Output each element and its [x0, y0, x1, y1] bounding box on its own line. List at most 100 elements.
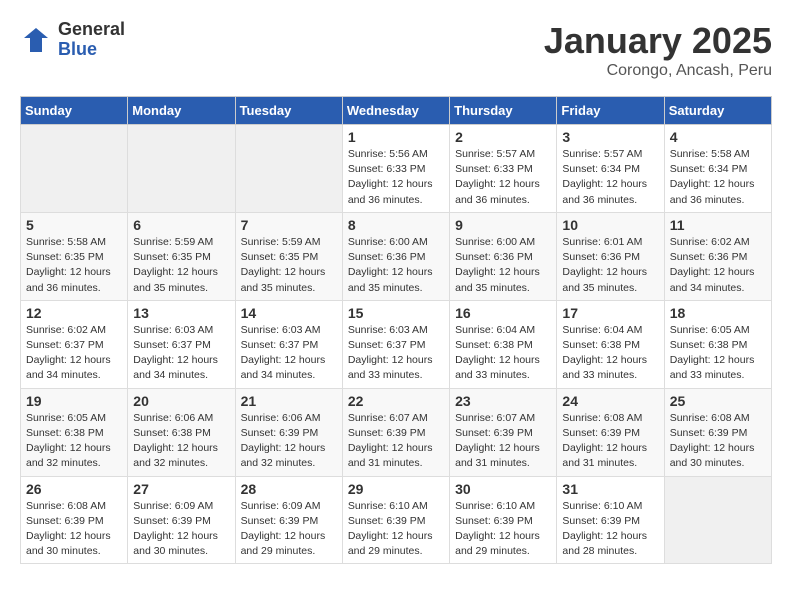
calendar-cell [664, 476, 771, 564]
day-number: 6 [133, 217, 229, 233]
calendar-cell: 20 Sunrise: 6:06 AM Sunset: 6:38 PM Dayli… [128, 388, 235, 476]
logo-general-text: General [58, 20, 125, 40]
calendar-cell [128, 125, 235, 213]
day-number: 7 [241, 217, 337, 233]
calendar-cell: 26Sunrise: 6:08 AM Sunset: 6:39 PM Dayli… [21, 476, 128, 564]
day-number: 12 [26, 305, 122, 321]
day-number: 25 [670, 393, 766, 409]
day-number: 29 [348, 481, 444, 497]
calendar-cell: 9 Sunrise: 6:00 AM Sunset: 6:36 PM Daylig… [450, 212, 557, 300]
calendar-cell: 8Sunrise: 6:00 AM Sunset: 6:36 PM Daylig… [342, 212, 449, 300]
day-header-tuesday: Tuesday [235, 97, 342, 125]
calendar-cell: 10 Sunrise: 6:01 AM Sunset: 6:36 PM Dayli… [557, 212, 664, 300]
calendar-cell [21, 125, 128, 213]
week-row-4: 19Sunrise: 6:05 AM Sunset: 6:38 PM Dayli… [21, 388, 772, 476]
days-header-row: SundayMondayTuesdayWednesdayThursdayFrid… [21, 97, 772, 125]
calendar-cell: 11 Sunrise: 6:02 AM Sunset: 6:36 PM Dayli… [664, 212, 771, 300]
day-info: Sunrise: 6:02 AM Sunset: 6:37 PM Dayligh… [26, 323, 122, 384]
day-number: 2 [455, 129, 551, 145]
week-row-3: 12 Sunrise: 6:02 AM Sunset: 6:37 PM Dayli… [21, 300, 772, 388]
day-number: 30 [455, 481, 551, 497]
day-info: Sunrise: 6:00 AM Sunset: 6:36 PM Dayligh… [455, 235, 551, 296]
day-info: Sunrise: 6:03 AM Sunset: 6:37 PM Dayligh… [241, 323, 337, 384]
day-info: Sunrise: 5:57 AM Sunset: 6:33 PM Dayligh… [455, 147, 551, 208]
day-number: 27 [133, 481, 229, 497]
calendar-cell: 30 Sunrise: 6:10 AM Sunset: 6:39 PM Dayli… [450, 476, 557, 564]
day-info: Sunrise: 6:10 AM Sunset: 6:39 PM Dayligh… [455, 499, 551, 560]
day-number: 19 [26, 393, 122, 409]
calendar-cell: 25Sunrise: 6:08 AM Sunset: 6:39 PM Dayli… [664, 388, 771, 476]
day-number: 16 [455, 305, 551, 321]
calendar-cell: 7 Sunrise: 5:59 AM Sunset: 6:35 PM Daylig… [235, 212, 342, 300]
calendar-cell: 28Sunrise: 6:09 AM Sunset: 6:39 PM Dayli… [235, 476, 342, 564]
calendar-cell: 6Sunrise: 5:59 AM Sunset: 6:35 PM Daylig… [128, 212, 235, 300]
day-number: 11 [670, 217, 766, 233]
day-number: 3 [562, 129, 658, 145]
calendar-cell: 17Sunrise: 6:04 AM Sunset: 6:38 PM Dayli… [557, 300, 664, 388]
page-header: General Blue January 2025 Corongo, Ancas… [20, 20, 772, 80]
calendar-cell: 31Sunrise: 6:10 AM Sunset: 6:39 PM Dayli… [557, 476, 664, 564]
calendar-cell: 29 Sunrise: 6:10 AM Sunset: 6:39 PM Dayli… [342, 476, 449, 564]
day-number: 20 [133, 393, 229, 409]
day-info: Sunrise: 5:58 AM Sunset: 6:35 PM Dayligh… [26, 235, 122, 296]
day-number: 14 [241, 305, 337, 321]
calendar-cell: 21Sunrise: 6:06 AM Sunset: 6:39 PM Dayli… [235, 388, 342, 476]
day-info: Sunrise: 5:59 AM Sunset: 6:35 PM Dayligh… [241, 235, 337, 296]
day-number: 28 [241, 481, 337, 497]
day-header-thursday: Thursday [450, 97, 557, 125]
day-number: 17 [562, 305, 658, 321]
day-info: Sunrise: 6:03 AM Sunset: 6:37 PM Dayligh… [348, 323, 444, 384]
day-number: 31 [562, 481, 658, 497]
calendar-cell: 22 Sunrise: 6:07 AM Sunset: 6:39 PM Dayli… [342, 388, 449, 476]
day-info: Sunrise: 5:56 AM Sunset: 6:33 PM Dayligh… [348, 147, 444, 208]
day-info: Sunrise: 6:03 AM Sunset: 6:37 PM Dayligh… [133, 323, 229, 384]
day-info: Sunrise: 6:01 AM Sunset: 6:36 PM Dayligh… [562, 235, 658, 296]
logo-icon [20, 24, 52, 56]
calendar-cell: 27Sunrise: 6:09 AM Sunset: 6:39 PM Dayli… [128, 476, 235, 564]
day-number: 13 [133, 305, 229, 321]
day-info: Sunrise: 6:05 AM Sunset: 6:38 PM Dayligh… [670, 323, 766, 384]
calendar-cell: 19Sunrise: 6:05 AM Sunset: 6:38 PM Dayli… [21, 388, 128, 476]
day-header-monday: Monday [128, 97, 235, 125]
day-number: 1 [348, 129, 444, 145]
day-number: 8 [348, 217, 444, 233]
day-header-friday: Friday [557, 97, 664, 125]
calendar-cell: 13 Sunrise: 6:03 AM Sunset: 6:37 PM Dayli… [128, 300, 235, 388]
calendar-cell: 24 Sunrise: 6:08 AM Sunset: 6:39 PM Dayli… [557, 388, 664, 476]
calendar-cell: 16 Sunrise: 6:04 AM Sunset: 6:38 PM Dayli… [450, 300, 557, 388]
day-header-sunday: Sunday [21, 97, 128, 125]
day-number: 22 [348, 393, 444, 409]
day-header-wednesday: Wednesday [342, 97, 449, 125]
day-number: 5 [26, 217, 122, 233]
day-number: 24 [562, 393, 658, 409]
calendar-cell: 14 Sunrise: 6:03 AM Sunset: 6:37 PM Dayli… [235, 300, 342, 388]
day-number: 4 [670, 129, 766, 145]
day-info: Sunrise: 6:07 AM Sunset: 6:39 PM Dayligh… [348, 411, 444, 472]
day-info: Sunrise: 6:02 AM Sunset: 6:36 PM Dayligh… [670, 235, 766, 296]
calendar-cell: 15Sunrise: 6:03 AM Sunset: 6:37 PM Dayli… [342, 300, 449, 388]
calendar-cell: 3 Sunrise: 5:57 AM Sunset: 6:34 PM Daylig… [557, 125, 664, 213]
day-info: Sunrise: 6:10 AM Sunset: 6:39 PM Dayligh… [348, 499, 444, 560]
day-info: Sunrise: 5:57 AM Sunset: 6:34 PM Dayligh… [562, 147, 658, 208]
day-info: Sunrise: 6:08 AM Sunset: 6:39 PM Dayligh… [562, 411, 658, 472]
calendar-cell: 1 Sunrise: 5:56 AM Sunset: 6:33 PM Daylig… [342, 125, 449, 213]
calendar-cell: 5 Sunrise: 5:58 AM Sunset: 6:35 PM Daylig… [21, 212, 128, 300]
logo: General Blue [20, 20, 125, 60]
calendar-cell: 23Sunrise: 6:07 AM Sunset: 6:39 PM Dayli… [450, 388, 557, 476]
day-number: 26 [26, 481, 122, 497]
day-info: Sunrise: 5:58 AM Sunset: 6:34 PM Dayligh… [670, 147, 766, 208]
day-info: Sunrise: 6:06 AM Sunset: 6:38 PM Dayligh… [133, 411, 229, 472]
week-row-5: 26Sunrise: 6:08 AM Sunset: 6:39 PM Dayli… [21, 476, 772, 564]
calendar-cell [235, 125, 342, 213]
day-number: 9 [455, 217, 551, 233]
day-number: 21 [241, 393, 337, 409]
title-block: January 2025 Corongo, Ancash, Peru [544, 20, 772, 80]
day-header-saturday: Saturday [664, 97, 771, 125]
day-info: Sunrise: 6:04 AM Sunset: 6:38 PM Dayligh… [455, 323, 551, 384]
day-number: 10 [562, 217, 658, 233]
location: Corongo, Ancash, Peru [544, 62, 772, 80]
calendar-cell: 18 Sunrise: 6:05 AM Sunset: 6:38 PM Dayli… [664, 300, 771, 388]
day-number: 18 [670, 305, 766, 321]
calendar-table: SundayMondayTuesdayWednesdayThursdayFrid… [20, 96, 772, 564]
calendar-cell: 2 Sunrise: 5:57 AM Sunset: 6:33 PM Daylig… [450, 125, 557, 213]
